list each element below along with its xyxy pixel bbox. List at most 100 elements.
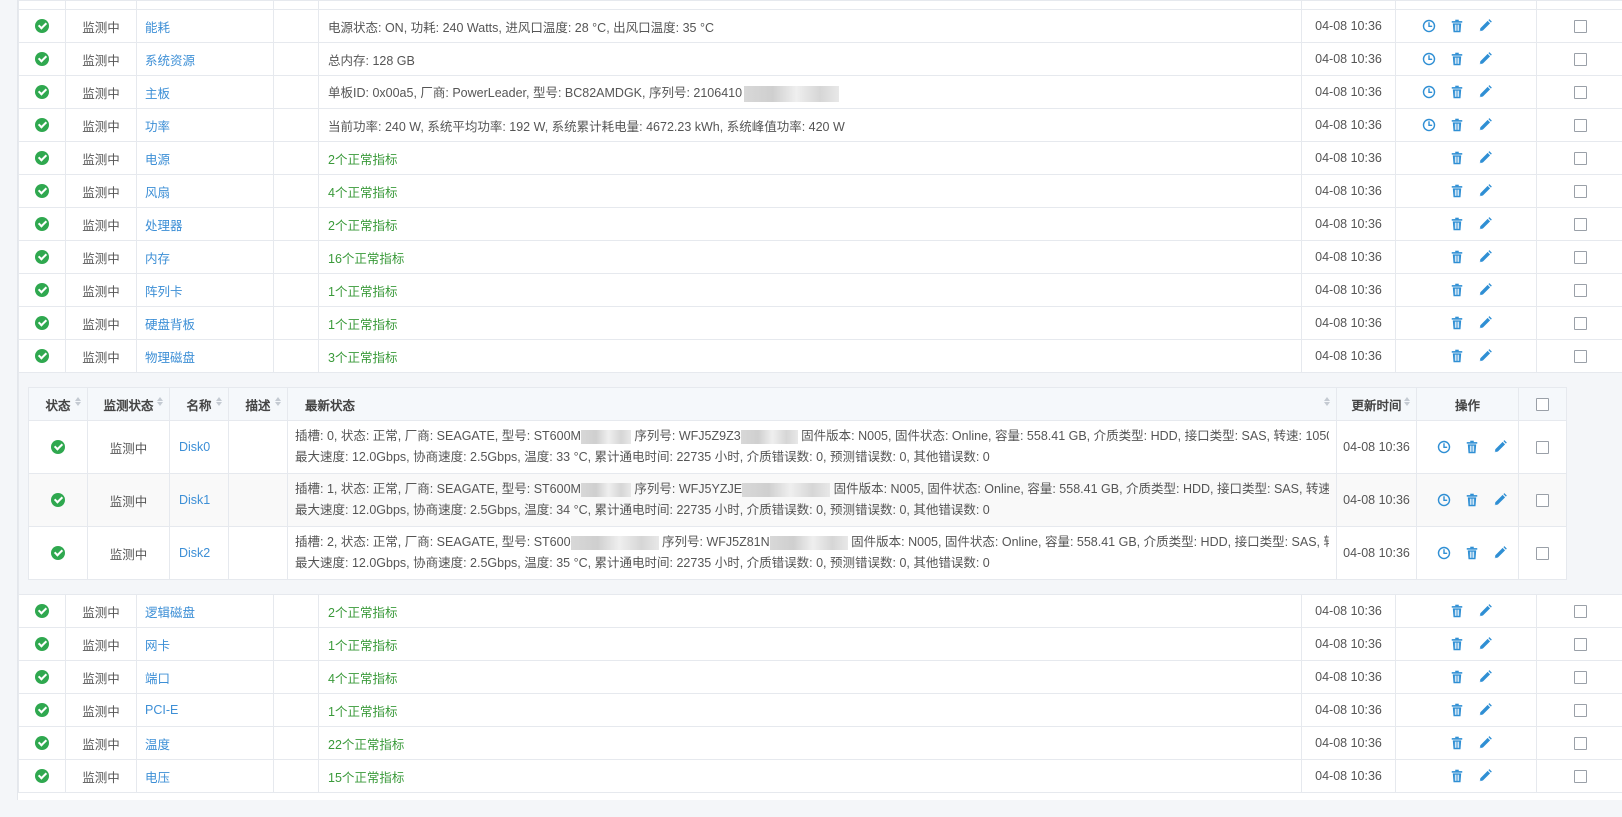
component-name-link[interactable]: 端口	[136, 660, 274, 694]
history-clock-icon[interactable]	[1422, 118, 1436, 132]
row-checkbox[interactable]	[1573, 704, 1587, 718]
delete-trash-icon[interactable]	[1465, 440, 1479, 454]
edit-pencil-icon[interactable]	[1478, 85, 1492, 99]
select-all-checkbox[interactable]	[1536, 398, 1549, 412]
col-status[interactable]: 状态	[28, 387, 88, 421]
history-clock-icon[interactable]	[1422, 52, 1436, 66]
edit-pencil-icon[interactable]	[1478, 118, 1492, 132]
delete-trash-icon[interactable]	[1450, 736, 1464, 750]
edit-pencil-icon[interactable]	[1493, 440, 1507, 454]
row-checkbox[interactable]	[1536, 494, 1549, 508]
delete-trash-icon[interactable]	[1450, 769, 1464, 783]
row-checkbox[interactable]	[1536, 547, 1549, 561]
delete-trash-icon[interactable]	[1450, 316, 1464, 330]
row-checkbox[interactable]	[1573, 53, 1587, 67]
edit-pencil-icon[interactable]	[1478, 604, 1492, 618]
sort-arrows-icon[interactable]	[275, 397, 281, 406]
edit-pencil-icon[interactable]	[1478, 670, 1492, 684]
edit-pencil-icon[interactable]	[1478, 250, 1492, 264]
row-checkbox[interactable]	[1573, 605, 1587, 619]
edit-pencil-icon[interactable]	[1478, 19, 1492, 33]
col-monitor[interactable]: 监测状态	[87, 387, 170, 421]
col-time[interactable]: 更新时间	[1336, 387, 1417, 421]
row-checkbox[interactable]	[1573, 86, 1587, 100]
edit-pencil-icon[interactable]	[1478, 217, 1492, 231]
component-name-link[interactable]: 内存	[136, 240, 274, 274]
row-checkbox[interactable]	[1536, 441, 1549, 455]
component-name-link[interactable]: 温度	[136, 726, 274, 760]
history-clock-icon[interactable]	[1437, 493, 1451, 507]
component-name-link[interactable]: 阵列卡	[136, 273, 274, 307]
row-checkbox[interactable]	[1573, 284, 1587, 298]
col-latest[interactable]: 最新状态	[287, 387, 1337, 421]
component-name-link[interactable]: 网卡	[136, 627, 274, 661]
edit-pencil-icon[interactable]	[1478, 151, 1492, 165]
delete-trash-icon[interactable]	[1450, 217, 1464, 231]
component-name-link[interactable]: 主板	[136, 75, 274, 109]
row-checkbox[interactable]	[1573, 20, 1587, 34]
sort-arrows-icon[interactable]	[157, 397, 163, 406]
row-checkbox[interactable]	[1573, 218, 1587, 232]
component-name-link[interactable]: 能耗	[136, 9, 274, 43]
delete-trash-icon[interactable]	[1450, 349, 1464, 363]
delete-trash-icon[interactable]	[1450, 283, 1464, 297]
history-clock-icon[interactable]	[1422, 85, 1436, 99]
row-checkbox[interactable]	[1573, 671, 1587, 685]
edit-pencil-icon[interactable]	[1478, 769, 1492, 783]
component-name-link[interactable]: PCI-E	[136, 693, 274, 727]
row-checkbox[interactable]	[1573, 119, 1587, 133]
row-checkbox[interactable]	[1573, 350, 1587, 364]
component-name-link[interactable]: 系统资源	[136, 42, 274, 76]
component-name-link[interactable]: 功率	[136, 108, 274, 142]
row-checkbox[interactable]	[1573, 185, 1587, 199]
edit-pencil-icon[interactable]	[1478, 184, 1492, 198]
row-checkbox[interactable]	[1573, 317, 1587, 331]
edit-pencil-icon[interactable]	[1478, 52, 1492, 66]
component-name-link[interactable]: 处理器	[136, 207, 274, 241]
sort-arrows-icon[interactable]	[1324, 397, 1330, 406]
delete-trash-icon[interactable]	[1450, 670, 1464, 684]
delete-trash-icon[interactable]	[1450, 250, 1464, 264]
history-clock-icon[interactable]	[1437, 440, 1451, 454]
delete-trash-icon[interactable]	[1465, 493, 1479, 507]
row-checkbox[interactable]	[1573, 770, 1587, 784]
col-name[interactable]: 名称	[169, 387, 229, 421]
sort-arrows-icon[interactable]	[1404, 397, 1410, 406]
delete-trash-icon[interactable]	[1465, 546, 1479, 560]
delete-trash-icon[interactable]	[1450, 52, 1464, 66]
sort-arrows-icon[interactable]	[216, 397, 222, 406]
edit-pencil-icon[interactable]	[1478, 283, 1492, 297]
component-name-link[interactable]: 逻辑磁盘	[136, 594, 274, 628]
component-name-link[interactable]: 风扇	[136, 174, 274, 208]
edit-pencil-icon[interactable]	[1478, 316, 1492, 330]
edit-pencil-icon[interactable]	[1493, 546, 1507, 560]
edit-pencil-icon[interactable]	[1478, 349, 1492, 363]
sort-arrows-icon[interactable]	[75, 397, 81, 406]
disk-name-link[interactable]: Disk0	[169, 420, 229, 474]
delete-trash-icon[interactable]	[1450, 184, 1464, 198]
delete-trash-icon[interactable]	[1450, 19, 1464, 33]
component-name-link[interactable]: 物理磁盘	[136, 339, 274, 373]
delete-trash-icon[interactable]	[1450, 637, 1464, 651]
component-name-link[interactable]: 电源	[136, 141, 274, 175]
delete-trash-icon[interactable]	[1450, 703, 1464, 717]
col-desc[interactable]: 描述	[228, 387, 288, 421]
edit-pencil-icon[interactable]	[1478, 736, 1492, 750]
component-name-link[interactable]: 硬盘背板	[136, 306, 274, 340]
delete-trash-icon[interactable]	[1450, 151, 1464, 165]
history-clock-icon[interactable]	[1422, 19, 1436, 33]
edit-pencil-icon[interactable]	[1493, 493, 1507, 507]
row-checkbox[interactable]	[1573, 737, 1587, 751]
history-clock-icon[interactable]	[1437, 546, 1451, 560]
disk-name-link[interactable]: Disk2	[169, 526, 229, 580]
row-checkbox[interactable]	[1573, 251, 1587, 265]
delete-trash-icon[interactable]	[1450, 85, 1464, 99]
delete-trash-icon[interactable]	[1450, 118, 1464, 132]
disk-name-link[interactable]: Disk1	[169, 473, 229, 527]
delete-trash-icon[interactable]	[1450, 604, 1464, 618]
edit-pencil-icon[interactable]	[1478, 637, 1492, 651]
row-checkbox[interactable]	[1573, 152, 1587, 166]
edit-pencil-icon[interactable]	[1478, 703, 1492, 717]
row-checkbox[interactable]	[1573, 638, 1587, 652]
component-name-link[interactable]: 电压	[136, 759, 274, 793]
